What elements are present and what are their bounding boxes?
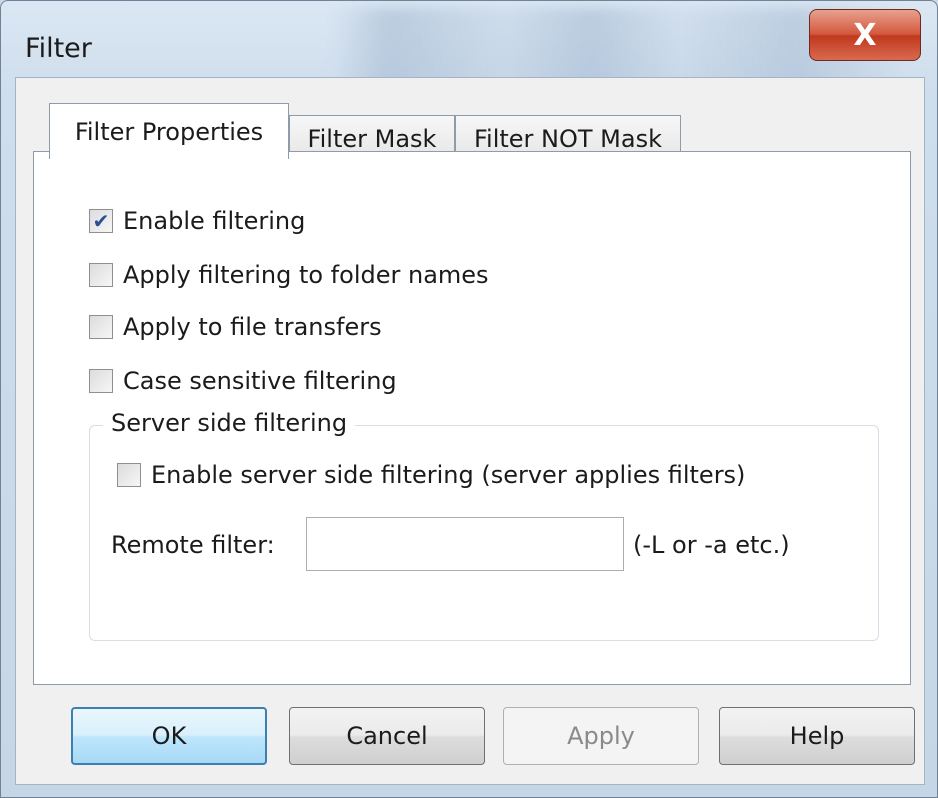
window-title: Filter [25,33,92,64]
ok-button[interactable]: OK [71,707,267,765]
tab-filter-properties[interactable]: Filter Properties [49,103,289,159]
server-side-group-title: Server side filtering [103,409,356,437]
remote-filter-input[interactable] [306,517,624,571]
remote-filter-hint: (-L or -a etc.) [633,531,790,559]
apply-file-transfers-option[interactable]: Apply to file transfers [89,313,382,341]
case-sensitive-checkbox[interactable] [89,369,113,393]
apply-folder-names-label: Apply filtering to folder names [123,261,489,289]
enable-server-side-option[interactable]: Enable server side filtering (server app… [117,461,745,489]
tab-label: Filter NOT Mask [473,124,662,153]
apply-button[interactable]: Apply [503,707,699,765]
check-icon: ✔ [92,209,110,233]
enable-server-side-checkbox[interactable] [117,463,141,487]
close-icon: X [853,17,877,53]
tab-label: Filter Mask [307,124,437,153]
apply-file-transfers-label: Apply to file transfers [123,313,382,341]
case-sensitive-label: Case sensitive filtering [123,367,397,395]
cancel-button[interactable]: Cancel [289,707,485,765]
apply-folder-names-checkbox[interactable] [89,263,113,287]
close-button[interactable]: X [809,9,921,61]
enable-filtering-option[interactable]: ✔ Enable filtering [89,207,305,235]
remote-filter-label: Remote filter: [111,531,275,559]
case-sensitive-option[interactable]: Case sensitive filtering [89,367,397,395]
enable-filtering-checkbox[interactable]: ✔ [89,209,113,233]
tab-label: Filter Properties [74,117,264,146]
enable-filtering-label: Enable filtering [123,207,306,235]
apply-folder-names-option[interactable]: Apply filtering to folder names [89,261,489,289]
enable-server-side-label: Enable server side filtering (server app… [151,461,746,489]
filter-dialog: Filter X Filter Properties Filter Mask F… [0,0,938,798]
apply-file-transfers-checkbox[interactable] [89,315,113,339]
help-button[interactable]: Help [719,707,915,765]
